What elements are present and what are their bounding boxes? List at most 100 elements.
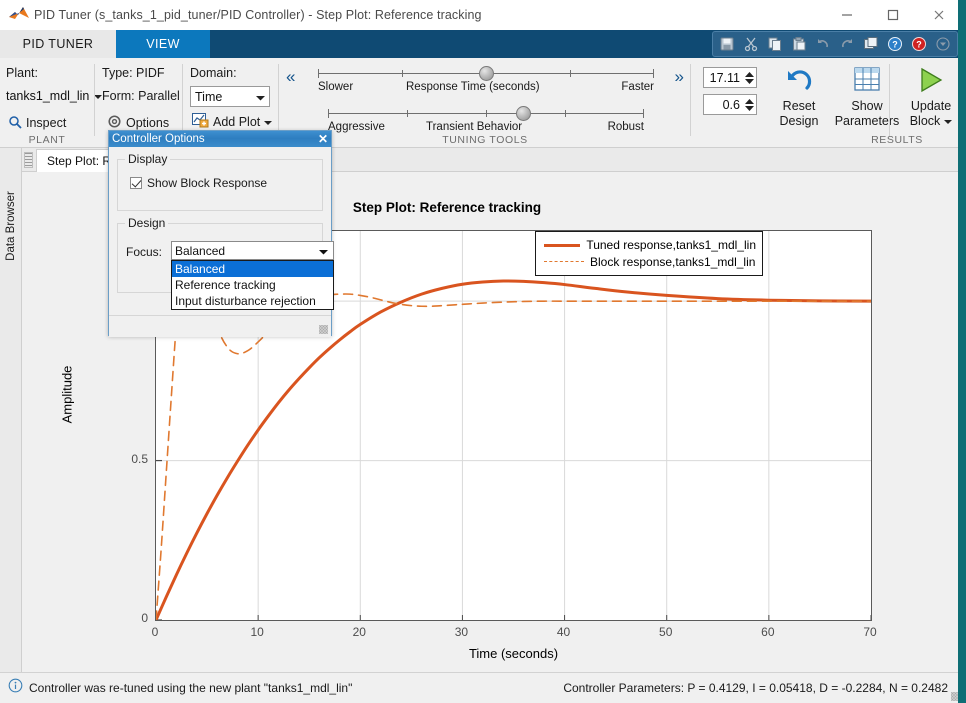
maximize-button[interactable] [870, 0, 916, 30]
results-group-label: RESULTS [842, 134, 952, 146]
info-icon [8, 678, 23, 698]
tab-pid-tuner[interactable]: PID TUNER [0, 30, 116, 58]
domain-select[interactable]: Time [190, 86, 270, 107]
response-time-value: 17.11 [704, 71, 743, 85]
legend-item-block: Block response,tanks1_mdl_lin [542, 253, 756, 270]
ribbon-tab-strip: PID TUNER VIEW [0, 30, 962, 58]
data-browser-label: Data Browser [5, 184, 17, 268]
stepper-arrows-icon[interactable] [743, 95, 756, 114]
ribbon-divider-4 [690, 64, 691, 136]
reset-design-button[interactable]: Reset Design [764, 66, 834, 129]
slider-aggressive-label: Aggressive [328, 121, 385, 133]
table-icon [852, 66, 882, 99]
title-bar: PID Tuner (s_tanks_1_pid_tuner/PID Contr… [0, 0, 962, 30]
response-time-slider-knob[interactable] [479, 66, 494, 81]
focus-dropdown-list[interactable]: Balanced Reference tracking Input distur… [171, 260, 334, 310]
ribbon-group-tuning-tools: « » Slower Response Time (seconds) Faste… [280, 58, 690, 148]
qat-dropdown-icon[interactable] [931, 33, 955, 55]
minimize-button[interactable] [824, 0, 870, 30]
controller-form-label: Form: Parallel [102, 89, 180, 103]
pid-tuner-window: PID Tuner (s_tanks_1_pid_tuner/PID Contr… [0, 0, 966, 703]
focus-value: Balanced [175, 244, 225, 258]
transient-value: 0.6 [704, 98, 743, 112]
transient-behavior-slider-knob[interactable] [516, 106, 531, 121]
cut-icon[interactable] [739, 33, 763, 55]
slider-faster-label: Faster [621, 81, 654, 93]
chevron-double-left-icon[interactable]: « [286, 68, 295, 85]
help-red-icon[interactable]: ? [907, 33, 931, 55]
redo-icon[interactable] [835, 33, 859, 55]
reset-design-label-line2: Design [780, 114, 819, 129]
document-tab-grip[interactable] [24, 152, 33, 168]
plant-value: tanks1_mdl_lin [6, 89, 89, 103]
inspect-label: Inspect [26, 116, 66, 130]
svg-text:?: ? [916, 40, 922, 50]
show-block-response-checkbox[interactable] [130, 177, 142, 189]
close-icon[interactable]: ✕ [315, 131, 331, 147]
y-axis-label: Amplitude [60, 335, 75, 455]
status-parameters: Controller Parameters: P = 0.4129, I = 0… [563, 681, 948, 695]
ribbon-divider-2 [182, 64, 183, 136]
focus-label: Focus: [126, 245, 162, 259]
data-browser-rail[interactable]: Data Browser [0, 148, 22, 672]
chevron-down-icon [319, 244, 328, 258]
add-plot-label: Add Plot [213, 115, 260, 129]
domain-label: Domain: [190, 66, 237, 80]
tab-view[interactable]: VIEW [116, 30, 210, 58]
update-block-label-line2: Block [910, 114, 941, 129]
save-icon[interactable] [715, 33, 739, 55]
layout-icon[interactable] [859, 33, 883, 55]
chevron-down-icon [264, 115, 272, 129]
x-tick-label: 60 [748, 625, 788, 639]
stepper-arrows-icon[interactable] [743, 68, 756, 87]
x-tick-label: 20 [339, 625, 379, 639]
x-tick-label: 40 [544, 625, 584, 639]
dialog-resize-grip[interactable] [319, 325, 328, 334]
x-tick-label: 70 [850, 625, 890, 639]
chart-legend: Tuned response,tanks1_mdl_lin Block resp… [535, 231, 763, 276]
y-tick-label: 0.5 [108, 452, 148, 466]
legend-swatch-dashed-icon [542, 256, 586, 268]
transient-behavior-slider[interactable]: Aggressive Transient Behavior Robust [328, 103, 644, 135]
dialog-footer [109, 315, 331, 337]
svg-text:?: ? [892, 40, 898, 50]
paste-icon[interactable] [787, 33, 811, 55]
window-title: PID Tuner (s_tanks_1_pid_tuner/PID Contr… [32, 8, 482, 22]
inspect-button[interactable]: Inspect [6, 113, 68, 133]
domain-value: Time [195, 90, 222, 104]
ribbon-divider-5 [889, 64, 890, 136]
chevron-double-right-icon[interactable]: » [675, 68, 684, 85]
x-tick-label: 0 [135, 625, 175, 639]
show-block-response-row[interactable]: Show Block Response [130, 176, 267, 190]
focus-select[interactable]: Balanced [171, 241, 334, 260]
close-button[interactable] [916, 0, 962, 30]
slider-robust-label: Robust [608, 121, 644, 133]
slider-slower-label: Slower [318, 81, 353, 93]
options-label: Options [126, 116, 169, 130]
focus-option-reference-tracking[interactable]: Reference tracking [172, 277, 333, 293]
legend-item-tuned: Tuned response,tanks1_mdl_lin [542, 236, 756, 253]
quick-access-toolbar: ? ? [712, 31, 958, 57]
reset-arrow-icon [782, 66, 816, 99]
response-time-slider[interactable]: Slower Response Time (seconds) Faster [318, 63, 654, 95]
help-blue-icon[interactable]: ? [883, 33, 907, 55]
plant-select[interactable]: tanks1_mdl_lin [6, 89, 102, 103]
update-block-label-line1: Update [911, 99, 951, 114]
design-group: Design Focus: Balanced Balanced Referenc… [117, 223, 323, 293]
focus-option-input-disturbance-rejection[interactable]: Input disturbance rejection [172, 293, 333, 309]
focus-option-balanced[interactable]: Balanced [172, 261, 333, 277]
dialog-title-bar[interactable]: Controller Options ✕ [109, 131, 331, 147]
status-message: Controller was re-tuned using the new pl… [29, 681, 352, 695]
x-tick-label: 10 [237, 625, 277, 639]
show-parameters-button[interactable]: Show Parameters [832, 66, 902, 129]
transient-behavior-stepper[interactable]: 0.6 [703, 94, 757, 115]
legend-label-tuned: Tuned response,tanks1_mdl_lin [586, 238, 756, 252]
undo-icon[interactable] [811, 33, 835, 55]
add-plot-button[interactable]: Add Plot [190, 112, 274, 132]
controller-options-dialog: Controller Options ✕ Display Show Block … [108, 130, 332, 336]
copy-icon[interactable] [763, 33, 787, 55]
show-parameters-label-line1: Show [851, 99, 882, 114]
response-time-stepper[interactable]: 17.11 [703, 67, 757, 88]
x-tick-label: 50 [646, 625, 686, 639]
x-axis-label: Time (seconds) [155, 646, 872, 661]
